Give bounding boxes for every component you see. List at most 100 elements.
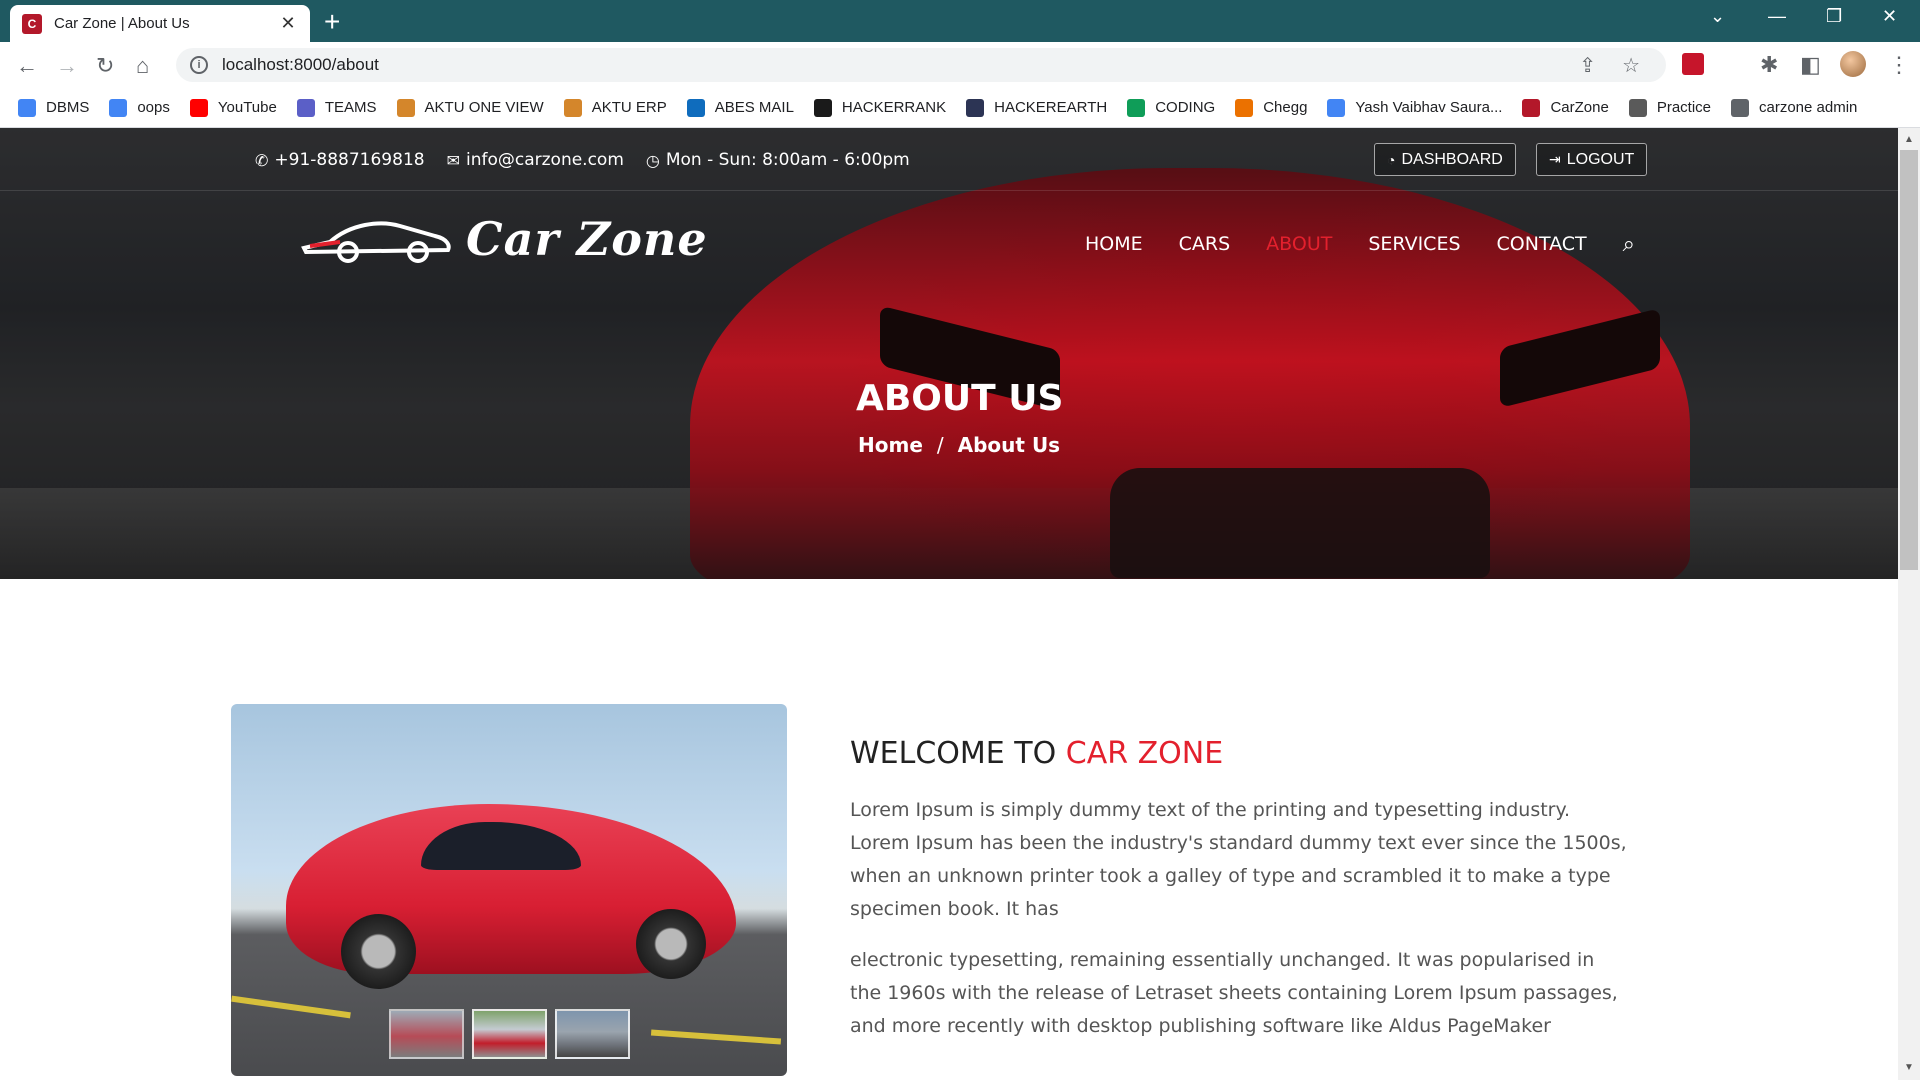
- bookmarks-bar: DBMS oops YouTube TEAMS AKTU ONE VIEW AKTU ER…: [0, 88, 1920, 128]
- bookmark-item[interactable]: CODING: [1127, 98, 1216, 117]
- carzone-favicon-icon: C: [22, 13, 42, 34]
- nav-services[interactable]: SERVICES: [1368, 233, 1460, 255]
- bookmark-label: CarZone: [1550, 99, 1609, 116]
- tab-title: Car Zone | About Us: [54, 15, 190, 32]
- nav-contact[interactable]: CONTACT: [1497, 233, 1587, 255]
- logout-label: LOGOUT: [1566, 150, 1635, 168]
- browser-tab[interactable]: C Car Zone | About Us ✕: [10, 5, 310, 42]
- hours-text: Mon - Sun: 8:00am - 6:00pm: [665, 150, 910, 170]
- bookmark-item[interactable]: Chegg: [1235, 98, 1308, 117]
- dashboard-gauge-icon: ◔: [1387, 151, 1396, 168]
- header-divider: [0, 190, 1898, 191]
- extensions-puzzle-icon[interactable]: ✱: [1760, 52, 1778, 78]
- site-info-icon[interactable]: i: [190, 56, 208, 74]
- bookmark-favicon-icon: [966, 98, 985, 117]
- new-tab-icon[interactable]: +: [324, 6, 340, 38]
- car-wheel: [636, 909, 706, 979]
- bookmark-item[interactable]: CarZone: [1522, 98, 1609, 117]
- bookmark-item[interactable]: AKTU ERP: [563, 98, 667, 117]
- bookmark-label: DBMS: [46, 99, 90, 116]
- bookmark-label: YouTube: [217, 99, 277, 116]
- back-icon[interactable]: ←: [16, 53, 38, 79]
- dashboard-button[interactable]: ◔ DASHBOARD: [1374, 143, 1516, 176]
- welcome-heading: WELCOME TO CAR ZONE: [850, 736, 1223, 771]
- about-paragraph-1: Lorem Ipsum is simply dummy text of the …: [850, 799, 1627, 920]
- breadcrumb-current: About Us: [957, 433, 1061, 457]
- bookmark-item[interactable]: Yash Vaibhav Saura...: [1327, 98, 1503, 117]
- bookmark-item[interactable]: HACKERRANK: [813, 98, 947, 117]
- url-text[interactable]: localhost:8000/about: [222, 55, 1579, 75]
- email-info: ✉ info@carzone.com: [447, 150, 624, 170]
- bookmark-label: CODING: [1155, 99, 1216, 116]
- address-bar[interactable]: i localhost:8000/about ⇪ ☆: [176, 48, 1666, 82]
- menu-kebab-icon[interactable]: ⋮: [1888, 52, 1910, 78]
- bookmark-label: Yash Vaibhav Saura...: [1355, 99, 1503, 116]
- contact-info-bar: ✆ +91-8887169818 ✉ info@carzone.com ◷ Mo…: [255, 150, 932, 170]
- bookmark-favicon-icon: [1127, 98, 1146, 117]
- bookmark-star-icon[interactable]: ☆: [1622, 53, 1640, 78]
- thumbnail-1[interactable]: [389, 1009, 464, 1059]
- nav-cars[interactable]: CARS: [1179, 233, 1231, 255]
- bookmark-item[interactable]: AKTU ONE VIEW: [396, 98, 544, 117]
- car-grille: [1110, 468, 1490, 578]
- breadcrumb-home-link[interactable]: Home: [858, 433, 923, 457]
- close-window-icon[interactable]: ✕: [1882, 6, 1897, 27]
- close-tab-icon[interactable]: ✕: [278, 13, 298, 34]
- browser-toolbar: ← → ↻ ⌂ i localhost:8000/about ⇪ ☆ ✱ ◧ ⋮: [0, 42, 1920, 88]
- bookmark-label: HACKERRANK: [841, 99, 947, 116]
- home-icon[interactable]: ⌂: [136, 53, 149, 79]
- dashboard-label: DASHBOARD: [1401, 150, 1503, 168]
- bookmark-label: Chegg: [1263, 99, 1308, 116]
- hours-info: ◷ Mon - Sun: 8:00am - 6:00pm: [646, 150, 910, 170]
- bookmark-label: AKTU ERP: [591, 99, 667, 116]
- bookmark-favicon-icon: [813, 98, 832, 117]
- site-logo[interactable]: Car Zone: [300, 212, 708, 266]
- restore-icon[interactable]: ❐: [1826, 6, 1842, 27]
- profile-avatar[interactable]: [1840, 51, 1866, 77]
- bookmark-label: carzone admin: [1759, 99, 1858, 116]
- image-thumbnails: [389, 1009, 638, 1059]
- bookmark-favicon-icon: [1628, 98, 1647, 117]
- road-marking: [650, 1029, 782, 1045]
- bookmark-favicon-icon: [1327, 98, 1346, 117]
- search-icon[interactable]: ⌕: [1623, 231, 1635, 257]
- side-panel-icon[interactable]: ◧: [1800, 52, 1821, 78]
- bookmark-item[interactable]: HACKEREARTH: [966, 98, 1107, 117]
- scrollbar-thumb[interactable]: [1900, 150, 1918, 570]
- hero-banner: [0, 128, 1898, 579]
- bookmark-item[interactable]: oops: [109, 98, 170, 117]
- browser-titlebar: C Car Zone | About Us ✕ + ⌄ — ❐ ✕: [0, 0, 1920, 42]
- phone-icon: ✆: [255, 150, 269, 170]
- bookmark-favicon-icon: [1235, 98, 1254, 117]
- extension-icon[interactable]: [1682, 53, 1704, 75]
- thumbnail-3[interactable]: [555, 1009, 630, 1059]
- bookmark-favicon-icon: [686, 98, 705, 117]
- bookmark-item[interactable]: TEAMS: [296, 98, 377, 117]
- scroll-down-arrow-icon[interactable]: ▼: [1904, 1062, 1914, 1073]
- logout-button[interactable]: ⇥ LOGOUT: [1536, 143, 1648, 176]
- scroll-up-arrow-icon[interactable]: ▲: [1904, 134, 1914, 145]
- bookmark-favicon-icon: [189, 98, 208, 117]
- nav-home[interactable]: HOME: [1085, 233, 1143, 255]
- minimize-icon[interactable]: —: [1768, 6, 1786, 27]
- welcome-brand: CAR ZONE: [1065, 736, 1224, 771]
- phone-text: +91-8887169818: [274, 150, 425, 170]
- road-marking: [231, 995, 351, 1019]
- thumbnail-2[interactable]: [472, 1009, 547, 1059]
- sign-out-icon: ⇥: [1549, 151, 1561, 167]
- bookmark-item[interactable]: YouTube: [189, 98, 277, 117]
- bookmark-item[interactable]: Practice: [1628, 98, 1711, 117]
- forward-icon[interactable]: →: [56, 53, 78, 79]
- bookmark-item[interactable]: carzone admin: [1731, 98, 1858, 117]
- nav-about[interactable]: ABOUT: [1266, 233, 1332, 255]
- bookmark-favicon-icon: [18, 98, 36, 117]
- bookmark-item[interactable]: ABES MAIL: [686, 98, 794, 117]
- clock-icon: ◷: [645, 150, 660, 170]
- about-car-image: [231, 704, 787, 1076]
- bookmark-item[interactable]: DBMS: [18, 98, 90, 117]
- share-icon[interactable]: ⇪: [1579, 53, 1596, 78]
- envelope-icon: ✉: [446, 150, 460, 170]
- reload-icon[interactable]: ↻: [96, 53, 114, 79]
- car-wheel: [341, 914, 416, 989]
- tab-search-icon[interactable]: ⌄: [1710, 6, 1725, 27]
